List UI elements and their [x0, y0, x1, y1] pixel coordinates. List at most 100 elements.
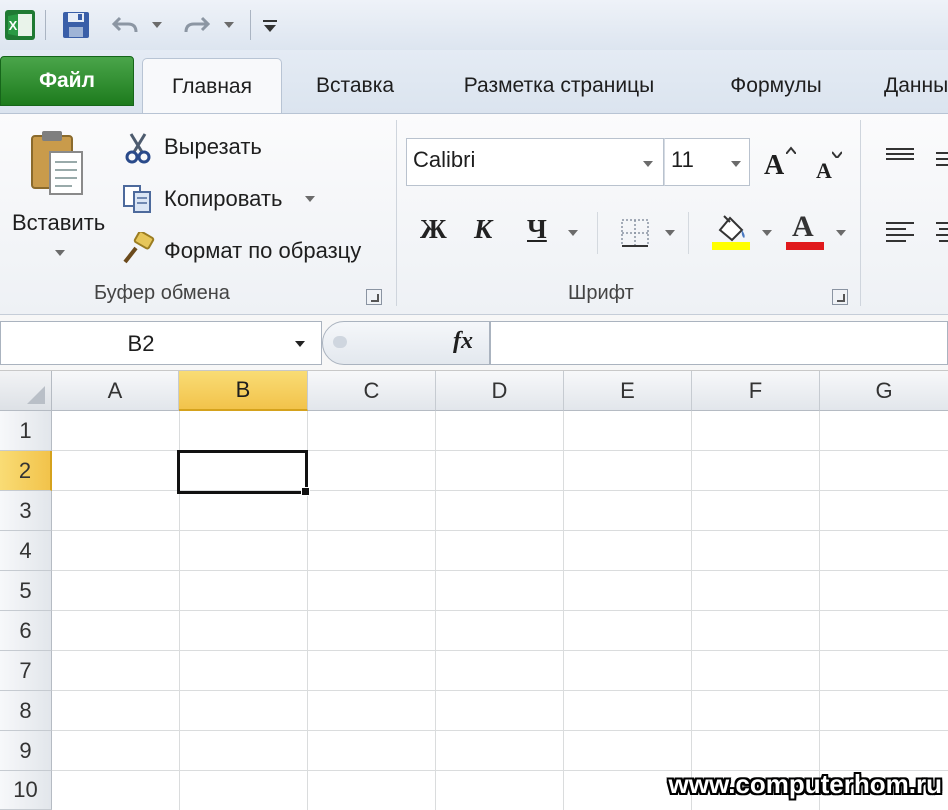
formula-controls: fx — [322, 321, 490, 365]
underline-button[interactable]: Ч — [527, 214, 547, 245]
row-header-3[interactable]: 3 — [0, 491, 52, 531]
undo-dropdown-icon[interactable] — [152, 22, 162, 28]
underline-dropdown-icon[interactable] — [568, 230, 578, 236]
align-center-icon[interactable] — [934, 220, 948, 246]
quick-access-toolbar: X — [0, 0, 948, 50]
clipboard-dialog-launcher-icon[interactable] — [366, 289, 382, 305]
align-left-icon[interactable] — [884, 220, 916, 246]
row-header-2[interactable]: 2 — [0, 451, 52, 491]
name-box-dropdown-icon[interactable] — [295, 341, 305, 347]
svg-text:X: X — [9, 18, 18, 33]
align-middle-icon[interactable] — [934, 150, 948, 170]
tab-data[interactable]: Данны — [870, 58, 948, 114]
column-header-g[interactable]: G — [820, 371, 948, 411]
copy-button[interactable]: Копировать — [164, 186, 282, 212]
name-box[interactable]: B2 — [0, 321, 322, 365]
clipboard-group-label: Буфер обмена — [94, 282, 230, 304]
spreadsheet-grid: A B C D E F G 1 2 3 4 5 6 7 8 9 10 — [0, 371, 948, 810]
watermark-text: www.computerhom.ru — [668, 769, 943, 799]
insert-function-button[interactable]: fx — [453, 328, 473, 355]
column-header-e[interactable]: E — [564, 371, 692, 411]
excel-logo-icon[interactable]: X — [2, 8, 38, 42]
fill-color-swatch — [712, 242, 750, 250]
shrink-font-glyph: A — [816, 158, 832, 183]
row-header-10[interactable]: 10 — [0, 771, 52, 810]
font-color-icon[interactable]: A — [786, 210, 826, 252]
qat-separator — [250, 10, 251, 40]
format-painter-button[interactable]: Формат по образцу — [164, 238, 361, 264]
format-separator — [597, 212, 598, 254]
bold-button[interactable]: Ж — [420, 214, 447, 245]
paste-button[interactable]: Вставить — [12, 210, 105, 236]
active-cell-b2[interactable] — [177, 450, 308, 494]
name-box-value: B2 — [127, 331, 155, 356]
column-header-a[interactable]: A — [52, 371, 179, 411]
align-top-icon[interactable] — [884, 146, 916, 166]
formula-input[interactable] — [490, 321, 948, 365]
tab-page-layout[interactable]: Разметка страницы — [440, 58, 678, 114]
row-header-9[interactable]: 9 — [0, 731, 52, 771]
font-size-value: 11 — [671, 147, 694, 172]
font-group-label: Шрифт — [568, 282, 634, 304]
font-dialog-launcher-icon[interactable] — [832, 289, 848, 305]
shrink-font-icon[interactable]: A — [816, 148, 846, 183]
fill-handle[interactable] — [301, 487, 310, 496]
qat-separator — [45, 10, 46, 40]
format-separator — [688, 212, 689, 254]
group-separator — [396, 120, 397, 306]
row-header-1[interactable]: 1 — [0, 411, 52, 451]
tab-insert[interactable]: Вставка — [300, 58, 410, 114]
gridline — [52, 570, 948, 571]
font-name-dropdown-icon[interactable] — [643, 161, 653, 167]
font-size-dropdown-icon[interactable] — [731, 161, 741, 167]
cut-button[interactable]: Вырезать — [164, 134, 262, 160]
column-header-c[interactable]: C — [308, 371, 436, 411]
row-header-8[interactable]: 8 — [0, 691, 52, 731]
gridline — [52, 650, 948, 651]
italic-button[interactable]: К — [474, 214, 492, 245]
ribbon-home: Вставить Вырезать Копировать Формат по о… — [0, 113, 948, 315]
customize-qat-icon[interactable] — [258, 8, 282, 42]
column-header-f[interactable]: F — [692, 371, 820, 411]
redo-dropdown-icon[interactable] — [224, 22, 234, 28]
group-separator — [860, 120, 861, 306]
borders-dropdown-icon[interactable] — [665, 230, 675, 236]
paste-dropdown-icon[interactable] — [55, 250, 65, 256]
font-name-select[interactable]: Calibri — [406, 138, 664, 186]
copy-icon[interactable] — [122, 184, 154, 214]
gridline — [52, 530, 948, 531]
column-header-b[interactable]: B — [179, 371, 308, 411]
gridline — [52, 610, 948, 611]
paste-icon[interactable] — [22, 128, 92, 204]
format-painter-icon[interactable] — [120, 230, 156, 266]
tab-home[interactable]: Главная — [142, 58, 282, 114]
font-size-select[interactable]: 11 — [664, 138, 750, 186]
tab-file[interactable]: Файл — [0, 56, 134, 106]
tab-formulas[interactable]: Формулы — [710, 58, 842, 114]
redo-icon[interactable] — [180, 8, 214, 42]
copy-dropdown-icon[interactable] — [305, 196, 315, 202]
font-color-dropdown-icon[interactable] — [836, 230, 846, 236]
gridline — [52, 730, 948, 731]
scissors-icon[interactable] — [124, 132, 152, 164]
borders-icon[interactable] — [620, 218, 650, 248]
select-all-button[interactable] — [0, 371, 52, 411]
row-header-7[interactable]: 7 — [0, 651, 52, 691]
font-color-glyph: A — [792, 210, 814, 243]
row-header-5[interactable]: 5 — [0, 571, 52, 611]
fill-color-dropdown-icon[interactable] — [762, 230, 772, 236]
row-header-4[interactable]: 4 — [0, 531, 52, 571]
font-color-swatch — [786, 242, 824, 250]
undo-icon[interactable] — [108, 8, 142, 42]
grow-font-glyph: A — [764, 150, 785, 181]
column-header-d[interactable]: D — [436, 371, 564, 411]
save-icon[interactable] — [58, 8, 94, 42]
grow-font-icon[interactable]: A — [764, 144, 798, 181]
fill-color-icon[interactable] — [710, 212, 752, 252]
row-header-6[interactable]: 6 — [0, 611, 52, 651]
font-name-value: Calibri — [413, 147, 476, 172]
ribbon-tabs: Файл Главная Вставка Разметка страницы Ф… — [0, 50, 948, 114]
formula-bar: B2 fx — [0, 315, 948, 371]
formula-bar-handle-icon[interactable] — [333, 336, 347, 348]
gridline — [52, 690, 948, 691]
